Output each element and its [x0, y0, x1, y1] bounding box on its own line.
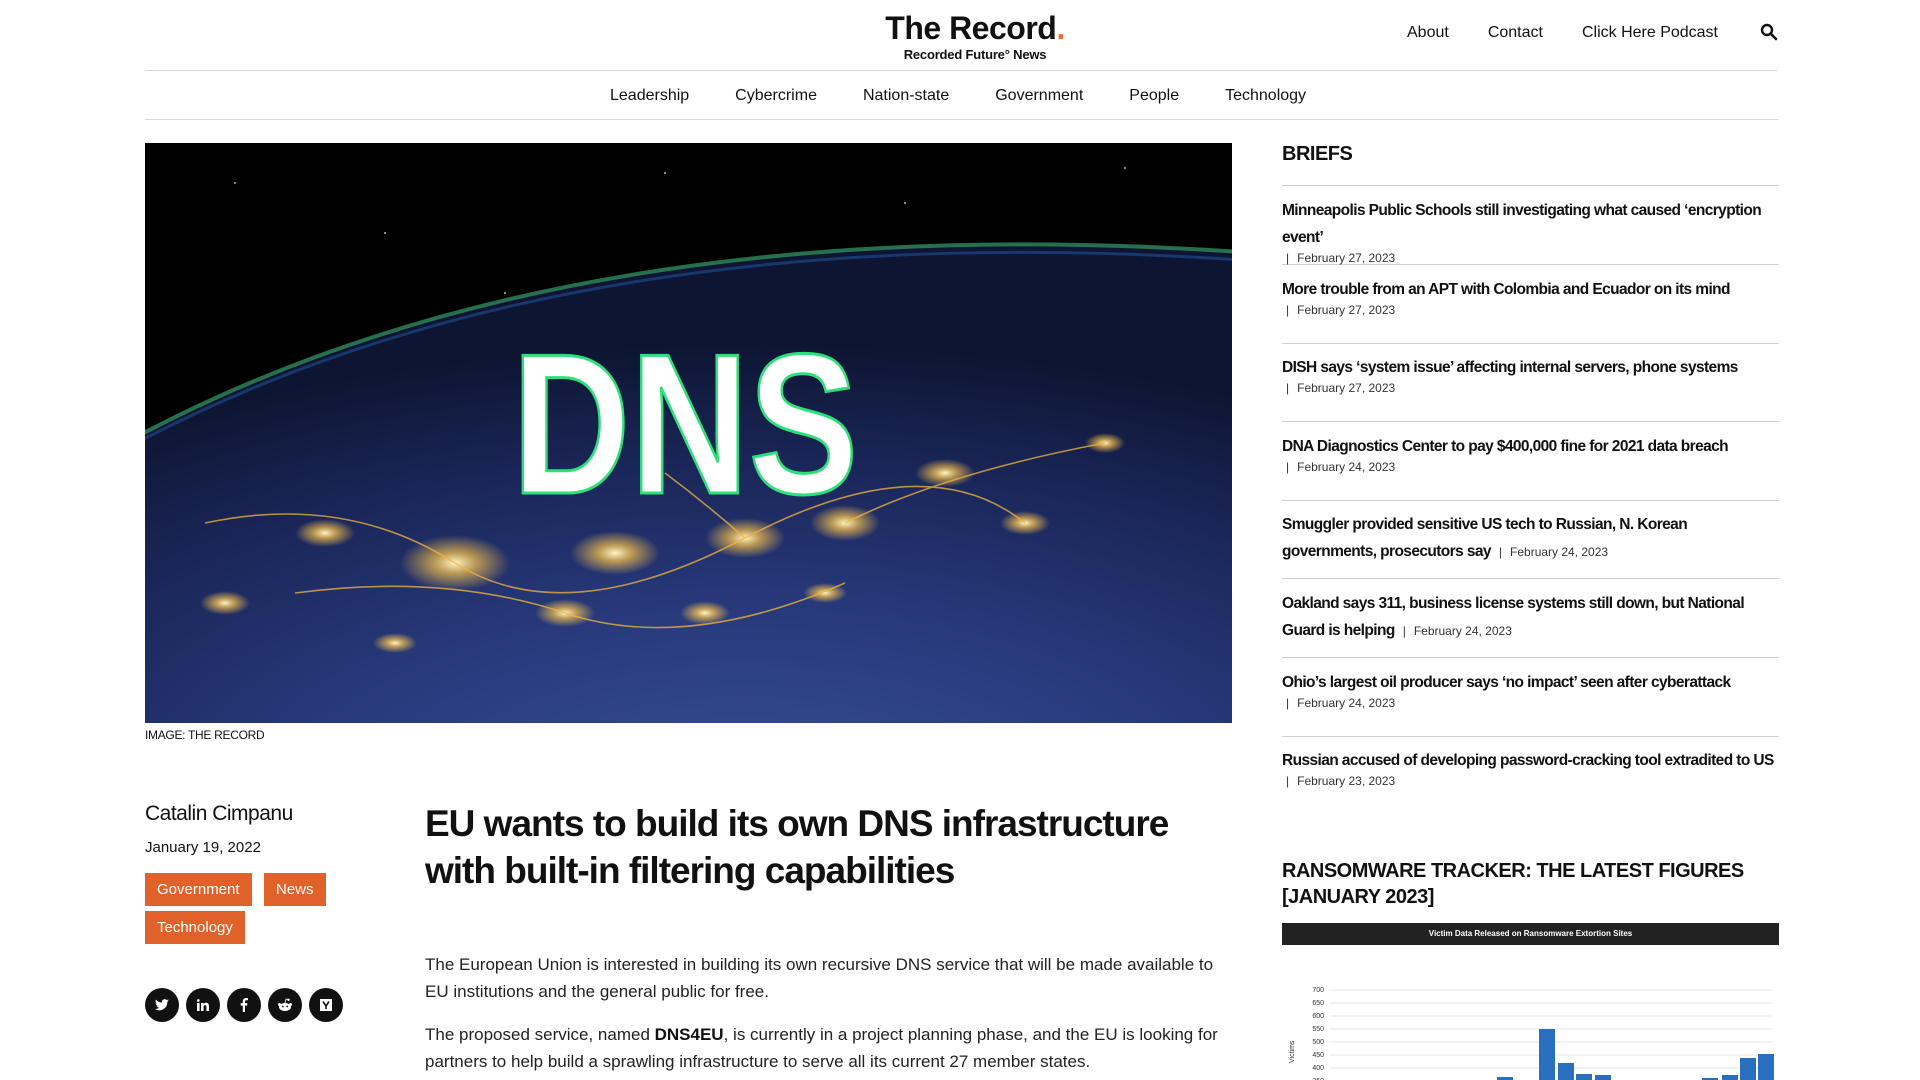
hero-image: DNS: [145, 143, 1232, 723]
article-paragraph-2: The proposed service, named DNS4EU, is c…: [425, 1025, 1218, 1071]
category-nav: Leadership Cybercrime Nation-state Gover…: [145, 71, 1778, 120]
publish-date: January 19, 2022: [145, 839, 261, 856]
brief-title[interactable]: Minneapolis Public Schools still investi…: [1282, 197, 1779, 251]
facebook-icon[interactable]: [227, 988, 261, 1022]
brief-title[interactable]: Ohio’s largest oil producer says ‘no imp…: [1282, 669, 1779, 696]
brief-title[interactable]: DNA Diagnostics Center to pay $400,000 f…: [1282, 433, 1779, 460]
brief-date: February 24, 2023: [1297, 460, 1396, 474]
article-headline: EU wants to build its own DNS infrastruc…: [425, 803, 1169, 891]
brief-item[interactable]: More trouble from an APT with Colombia a…: [1282, 276, 1779, 344]
tag-technology[interactable]: Technology: [145, 911, 245, 944]
y-tick-450: 450: [1312, 1052, 1324, 1059]
ransomware-bar-chart: 700 650 600 550 500 450 400 350 Victims: [1289, 987, 1774, 1080]
briefs-divider: [1282, 185, 1779, 186]
top-nav: About Contact Click Here Podcast: [1407, 24, 1718, 42]
ransomware-tracker-heading[interactable]: RANSOMWARE TRACKER: THE LATEST FIGURES […: [1282, 858, 1779, 910]
y-axis-label: Victims: [1289, 1040, 1296, 1063]
dns4eu-term: DNS4EU: [654, 1025, 724, 1044]
reddit-icon[interactable]: [268, 988, 302, 1022]
y-tick-500: 500: [1312, 1039, 1324, 1046]
y-tick-400: 400: [1312, 1065, 1324, 1072]
tag-news[interactable]: News: [264, 873, 326, 906]
brief-date: February 23, 2023: [1297, 774, 1396, 788]
brief-title[interactable]: More trouble from an APT with Colombia a…: [1282, 276, 1779, 303]
brief-item[interactable]: Minneapolis Public Schools still investi…: [1282, 197, 1779, 265]
brief-date: February 27, 2023: [1297, 303, 1396, 317]
site-logo[interactable]: The Record. Recorded Future° News: [875, 12, 1075, 62]
nav-contact-link[interactable]: Contact: [1488, 24, 1543, 42]
ransomware-chart-image[interactable]: Victim Data Released on Ransomware Extor…: [1282, 923, 1779, 1080]
y-tick-650: 650: [1312, 1000, 1324, 1007]
brief-item[interactable]: DNA Diagnostics Center to pay $400,000 f…: [1282, 433, 1779, 501]
brief-title[interactable]: DISH says ‘system issue’ affecting inter…: [1282, 354, 1779, 381]
brief-item[interactable]: Ohio’s largest oil producer says ‘no imp…: [1282, 669, 1779, 737]
chart-title: Victim Data Released on Ransomware Extor…: [1282, 923, 1779, 945]
brief-date: February 24, 2023: [1510, 545, 1609, 559]
logo-dot: .: [1056, 10, 1065, 46]
earth-at-night-graphic: DNS: [145, 143, 1232, 723]
brief-item[interactable]: Oakland says 311, business license syste…: [1282, 590, 1779, 658]
category-cybercrime[interactable]: Cybercrime: [735, 87, 817, 105]
category-government[interactable]: Government: [995, 87, 1083, 105]
y-tick-600: 600: [1312, 1013, 1324, 1020]
category-technology[interactable]: Technology: [1225, 87, 1306, 105]
hero-dns-text: DNS: [512, 311, 858, 535]
share-buttons: [145, 988, 343, 1022]
site-header: The Record. Recorded Future° News About …: [145, 0, 1778, 71]
brief-title[interactable]: Oakland says 311, business license syste…: [1282, 595, 1745, 639]
tag-list: Government News Technology: [145, 873, 345, 949]
brief-date: February 27, 2023: [1297, 251, 1396, 265]
briefs-heading: BRIEFS: [1282, 143, 1353, 165]
brief-date: February 27, 2023: [1297, 381, 1396, 395]
nav-about-link[interactable]: About: [1407, 24, 1449, 42]
brief-title[interactable]: Smuggler provided sensitive US tech to R…: [1282, 516, 1688, 560]
brief-date: February 24, 2023: [1297, 696, 1396, 710]
hacker-news-icon[interactable]: [309, 988, 343, 1022]
category-people[interactable]: People: [1129, 87, 1179, 105]
logo-subtitle: Recorded Future° News: [903, 47, 1047, 62]
search-icon[interactable]: [1760, 23, 1778, 41]
brief-item[interactable]: Smuggler provided sensitive US tech to R…: [1282, 511, 1779, 579]
logo-title: The Record: [885, 10, 1057, 46]
brief-date: February 24, 2023: [1413, 624, 1512, 638]
brief-item[interactable]: Russian accused of developing password-c…: [1282, 747, 1779, 803]
y-tick-700: 700: [1312, 987, 1324, 994]
article-paragraph-1: The European Union is interested in buil…: [425, 955, 1214, 1001]
image-caption: IMAGE: THE RECORD: [145, 728, 265, 742]
brief-item[interactable]: DISH says ‘system issue’ affecting inter…: [1282, 354, 1779, 422]
category-nation-state[interactable]: Nation-state: [863, 87, 949, 105]
category-leadership[interactable]: Leadership: [610, 87, 689, 105]
linkedin-icon[interactable]: [186, 988, 220, 1022]
tag-government[interactable]: Government: [145, 873, 252, 906]
twitter-icon[interactable]: [145, 988, 179, 1022]
y-tick-550: 550: [1312, 1026, 1324, 1033]
brief-title[interactable]: Russian accused of developing password-c…: [1282, 747, 1779, 774]
author-name[interactable]: Catalin Cimpanu: [145, 802, 293, 826]
nav-podcast-link[interactable]: Click Here Podcast: [1582, 24, 1718, 42]
